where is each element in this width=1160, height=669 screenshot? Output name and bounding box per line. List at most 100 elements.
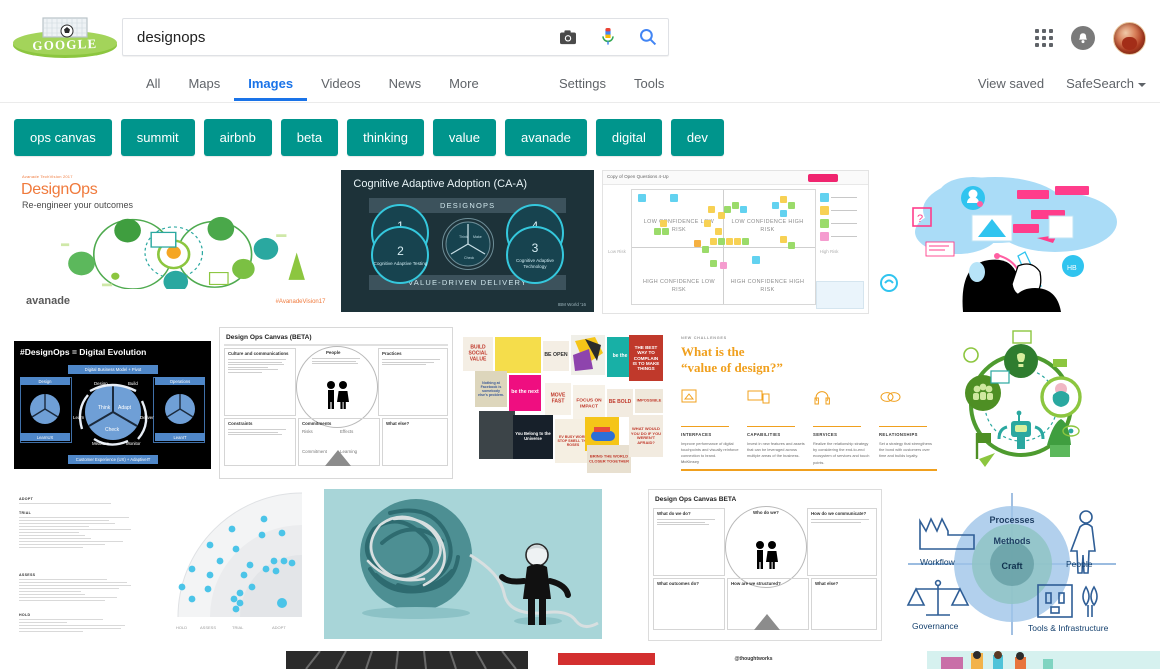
canvas-title: Design Ops Canvas (BETA) bbox=[226, 334, 312, 341]
nav-tools: Settings Tools bbox=[545, 70, 678, 101]
microphone-icon[interactable] bbox=[588, 20, 628, 54]
result-thumbnail-open-questions-mural[interactable]: Copy of Open Questions 4-Up LOW CONFIDEN… bbox=[602, 170, 869, 314]
chip-airbnb[interactable]: airbnb bbox=[204, 119, 272, 156]
results-row-4-partial: @thoughtworks bbox=[0, 651, 1160, 669]
chip-digital[interactable]: digital bbox=[596, 119, 662, 156]
canvas-heading-people: People bbox=[326, 350, 340, 355]
result-thumbnail-design-ops-canvas-beta[interactable]: Design Ops Canvas (BETA) Culture and com… bbox=[219, 327, 453, 479]
vod-body-relationships: Set a strategy that strengthens the bond… bbox=[879, 441, 937, 459]
capabilities-icon bbox=[747, 389, 771, 405]
mural-share-button[interactable] bbox=[808, 174, 838, 182]
result-thumbnail-people-illustration-partial[interactable] bbox=[927, 651, 1160, 669]
results-row-2: #DesignOps = Digital Evolution Digital B… bbox=[0, 327, 1160, 477]
google-doodle-logo[interactable]: GOOGLE bbox=[10, 12, 120, 60]
svg-text:Check: Check bbox=[105, 427, 120, 433]
user-avatar[interactable] bbox=[1113, 22, 1146, 55]
digital-evolution-pane-ops-label: Operations bbox=[155, 377, 205, 385]
caa-q2-label: Cognitive Adaptive Testing bbox=[374, 261, 428, 267]
result-thumbnail-dark-radial-partial[interactable] bbox=[286, 651, 528, 669]
nav-tab-videos[interactable]: Videos bbox=[307, 70, 375, 101]
nav-tab-news[interactable]: News bbox=[375, 70, 436, 101]
chip-thinking[interactable]: thinking bbox=[347, 119, 424, 156]
radar-ring-assess: ASSESS bbox=[200, 625, 216, 630]
vod-column-interfaces: INTERFACES Improve performance of digita… bbox=[681, 389, 739, 460]
result-thumbnail-designops-digital-evolution[interactable]: #DesignOps = Digital Evolution Digital B… bbox=[14, 341, 211, 469]
svg-text:Deliver: Deliver bbox=[140, 415, 154, 420]
nav-tab-maps[interactable]: Maps bbox=[174, 70, 234, 101]
poster-bring-world-closer: BRING THE WORLD CLOSER TOGETHER bbox=[587, 445, 631, 473]
svg-text:Learn: Learn bbox=[73, 415, 85, 420]
caa-q3-number: 3 bbox=[532, 241, 539, 256]
thumb-title: DesignOps bbox=[21, 181, 97, 199]
result-thumbnail-poster-collage[interactable]: BUILD SOCIAL VALUE BE OPEN be the THE BE… bbox=[461, 327, 663, 477]
vod-heading-services: SERVICES bbox=[813, 432, 871, 437]
caa-title: Cognitive Adaptive Adoption (CA-A) bbox=[353, 178, 527, 190]
nav-tab-all[interactable]: All bbox=[132, 70, 174, 101]
result-thumbnail-green-ecosystem-diagram[interactable] bbox=[955, 327, 1088, 477]
search-input[interactable] bbox=[123, 20, 548, 54]
chip-summit[interactable]: summit bbox=[121, 119, 195, 156]
canvas-heading-commitments: Commitments bbox=[302, 421, 331, 426]
result-thumbnail-avanade-designops[interactable]: Avanade TechVision 2017 DesignOps Re-eng… bbox=[14, 170, 333, 315]
search-bar[interactable] bbox=[122, 18, 669, 56]
venn-label-people: People bbox=[1066, 559, 1093, 569]
venn-label-governance: Governance bbox=[912, 621, 959, 631]
camera-icon[interactable] bbox=[548, 20, 588, 54]
vod-body-interfaces: Improve performance of digital touchpoin… bbox=[681, 441, 739, 459]
search-submit-icon[interactable] bbox=[628, 20, 668, 54]
venn-label-tools: Tools & Infrastructure bbox=[1028, 623, 1109, 633]
interfaces-icon bbox=[681, 389, 703, 405]
result-thumbnail-tech-radar-list[interactable]: ADOPT TRIAL ASSESS HOLD bbox=[14, 489, 152, 639]
view-saved-link[interactable]: View saved bbox=[978, 76, 1044, 91]
poster-what-would-you-do: WHAT WOULD YOU DO IF YOU WEREN'T AFRAID? bbox=[629, 415, 663, 457]
settings-button[interactable]: Settings bbox=[545, 70, 620, 101]
vod-heading-capabilities: CAPABILITIES bbox=[747, 432, 805, 437]
thumb-kicker: Avanade TechVision 2017 bbox=[22, 174, 73, 179]
venn-ring-methods: Methods bbox=[994, 536, 1031, 546]
canvas2-heading-1: What do we do? bbox=[657, 511, 691, 516]
chip-value[interactable]: value bbox=[433, 119, 496, 156]
radar-ring-hold: HOLD bbox=[176, 625, 187, 630]
nav-tab-more[interactable]: More bbox=[435, 70, 493, 101]
result-thumbnail-cognitive-adaptive-adoption[interactable]: Cognitive Adaptive Adoption (CA-A) DESIG… bbox=[341, 170, 594, 312]
chip-ops-canvas[interactable]: ops canvas bbox=[14, 119, 112, 156]
svg-text:Monitor: Monitor bbox=[126, 441, 141, 446]
apps-grid-icon[interactable] bbox=[1035, 29, 1053, 47]
avanade-hashtag: #AvanadeVision17 bbox=[276, 299, 326, 305]
nav-tab-images[interactable]: Images bbox=[234, 70, 307, 101]
canvas-heading-constraints: Constraints bbox=[228, 421, 252, 426]
tools-button[interactable]: Tools bbox=[620, 70, 678, 101]
avanade-brand-label: avanade bbox=[26, 295, 70, 307]
canvas2-heading-3: How do we communicate? bbox=[811, 511, 866, 516]
notifications-bell-icon[interactable] bbox=[1071, 26, 1095, 50]
poster-move-fast: MOVE FAST bbox=[545, 383, 571, 415]
result-thumbnail-tech-radar-quadrant[interactable]: HOLD ASSESS TRIAL ADOPT bbox=[174, 489, 302, 639]
chip-beta[interactable]: beta bbox=[281, 119, 338, 156]
google-images-results-page: GOOGLE bbox=[0, 0, 1160, 663]
poster-be-the-next: be the next bbox=[509, 375, 541, 411]
related-searches-chips: ops canvas summit airbnb beta thinking v… bbox=[0, 103, 1160, 170]
result-thumbnail-tangled-string[interactable] bbox=[324, 489, 602, 639]
result-thumbnail-design-ops-canvas-beta-2[interactable]: Design Ops Canvas BETA What do we do? Wh… bbox=[648, 489, 882, 641]
chevron-down-icon bbox=[1138, 83, 1146, 87]
canvas2-heading-4: What outcomes do? bbox=[657, 581, 699, 586]
digital-evolution-pane-design-foot: LearnUX bbox=[20, 433, 70, 441]
poster-geometric bbox=[571, 335, 605, 375]
poster-impossible: IMPOSSIBLE bbox=[635, 389, 663, 413]
mural-minimap[interactable] bbox=[816, 281, 864, 309]
svg-text:Design: Design bbox=[94, 381, 108, 386]
radar-heading-adopt: ADOPT bbox=[19, 497, 111, 501]
result-thumbnail-red-banner-partial[interactable] bbox=[558, 651, 655, 669]
digital-evolution-pane-ops-foot: LeanIT bbox=[155, 433, 205, 441]
vod-column-relationships: RELATIONSHIPS Set a strategy that streng… bbox=[879, 389, 937, 460]
result-thumbnail-thoughtworks-partial[interactable]: @thoughtworks bbox=[725, 651, 891, 669]
result-thumbnail-value-of-design[interactable]: NEW CHALLENGES What is the“value of desi… bbox=[671, 327, 947, 477]
chip-dev[interactable]: dev bbox=[671, 119, 724, 156]
safesearch-dropdown[interactable]: SafeSearch bbox=[1066, 76, 1146, 91]
result-thumbnail-designops-venn[interactable]: Processes Methods Craft Workflow People bbox=[898, 489, 1126, 639]
result-thumbnail-woman-ideas-illustration[interactable]: ? HB bbox=[877, 170, 1160, 312]
chip-avanade[interactable]: avanade bbox=[505, 119, 587, 156]
canvas2-title: Design Ops Canvas BETA bbox=[655, 496, 736, 503]
poster-facebook-nothing: Nothing at Facebook is somebody else's p… bbox=[475, 371, 507, 407]
vod-column-capabilities: CAPABILITIES Invest in new features and … bbox=[747, 389, 805, 460]
